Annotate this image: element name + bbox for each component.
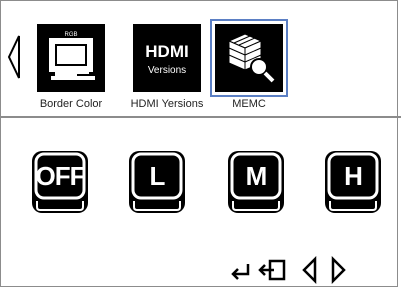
memc-label: MEMC [232,98,266,110]
scroll-left-arrow-icon[interactable] [6,34,22,80]
option-off-button[interactable]: OFF [30,149,90,215]
enter-icon [231,264,250,280]
option-h-button[interactable]: H [323,149,383,215]
section-divider [0,116,401,118]
hdmi-versions-icon: HDMI Versions [145,42,188,76]
option-m-button[interactable]: M [226,149,286,215]
left-arrow-icon [302,256,317,284]
option-l-button[interactable]: L [127,149,187,215]
exit-icon [258,259,286,281]
option-m-label: M [245,161,268,191]
rgb-monitor-icon: RGB [49,32,95,80]
option-off-label: OFF [35,161,86,191]
svg-text:Versions: Versions [148,65,186,76]
memc-tile[interactable] [210,19,288,97]
option-h-label: H [344,161,363,191]
memc-cube-icon [227,33,275,83]
hdmi-versions-label: HDMI Yersions [130,98,204,110]
border-color-tile[interactable]: RGB [37,24,105,92]
hdmi-versions-tile[interactable]: HDMI Versions [133,24,201,92]
option-l-label: L [149,161,166,191]
svg-text:HDMI: HDMI [145,42,188,61]
right-arrow-icon [331,256,346,284]
svg-text:RGB: RGB [64,32,77,38]
border-color-label: Border Color [39,98,103,110]
